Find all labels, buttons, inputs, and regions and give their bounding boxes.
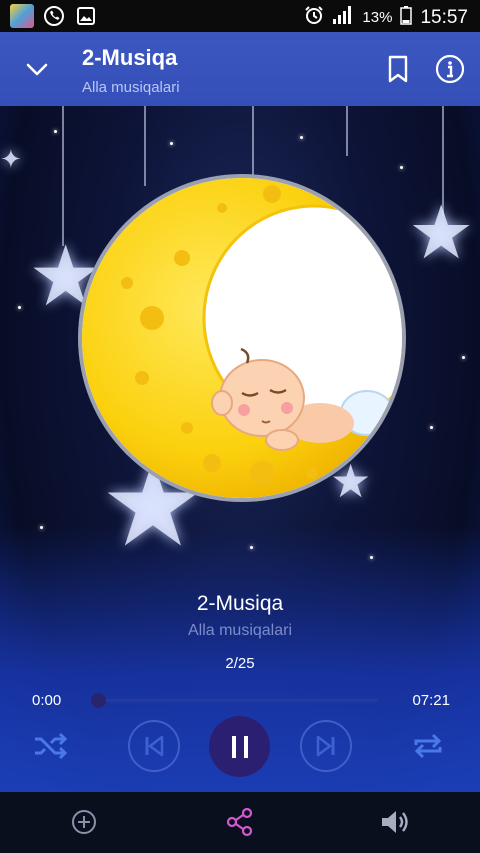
pause-button[interactable] (209, 716, 270, 777)
battery-icon (400, 5, 413, 30)
app-bar-title: 2-Musiqa (82, 45, 178, 70)
status-bar: 13% 15:57 (0, 0, 480, 32)
star-decoration: ★ (408, 191, 475, 274)
app-bar: 2-Musiqa Alla musiqalari (0, 32, 480, 106)
current-time: 0:00 (32, 692, 62, 709)
album-art (78, 174, 406, 502)
image-icon (74, 4, 98, 28)
chevron-down-icon[interactable] (22, 54, 52, 84)
now-playing-artist: Alla musiqalari (187, 622, 293, 639)
share-icon[interactable] (222, 804, 258, 840)
bookmark-icon[interactable] (384, 54, 412, 84)
gallery-app-icon (10, 4, 34, 28)
track-index: 2/25 (225, 655, 255, 672)
clock: 15:57 (420, 6, 468, 28)
whatsapp-icon (42, 4, 66, 28)
repeat-icon[interactable] (408, 726, 448, 766)
star-decoration: ✦ (0, 144, 22, 174)
pause-icon (231, 735, 248, 758)
now-playing-title: 2-Musiqa (196, 592, 284, 615)
player-background: ★ ★ ★ ★ ✦ 2-Musiqa Alla musiqalari 2/25 … (0, 106, 480, 853)
signal-icon (332, 5, 354, 30)
shuffle-icon[interactable] (30, 726, 70, 766)
moon-baby-illustration (82, 178, 402, 498)
add-icon[interactable] (66, 804, 102, 840)
previous-icon[interactable] (128, 720, 180, 772)
seek-bar[interactable] (91, 693, 378, 708)
seek-bar-thumb[interactable] (91, 693, 106, 708)
app-bar-subtitle: Alla musiqalari (82, 79, 180, 96)
volume-icon[interactable] (376, 804, 412, 840)
total-time: 07:21 (412, 692, 450, 709)
next-icon[interactable] (300, 720, 352, 772)
alarm-icon (304, 5, 324, 30)
bottom-bar (0, 792, 480, 853)
battery-percent: 13% (362, 9, 393, 26)
info-icon[interactable] (434, 53, 466, 85)
